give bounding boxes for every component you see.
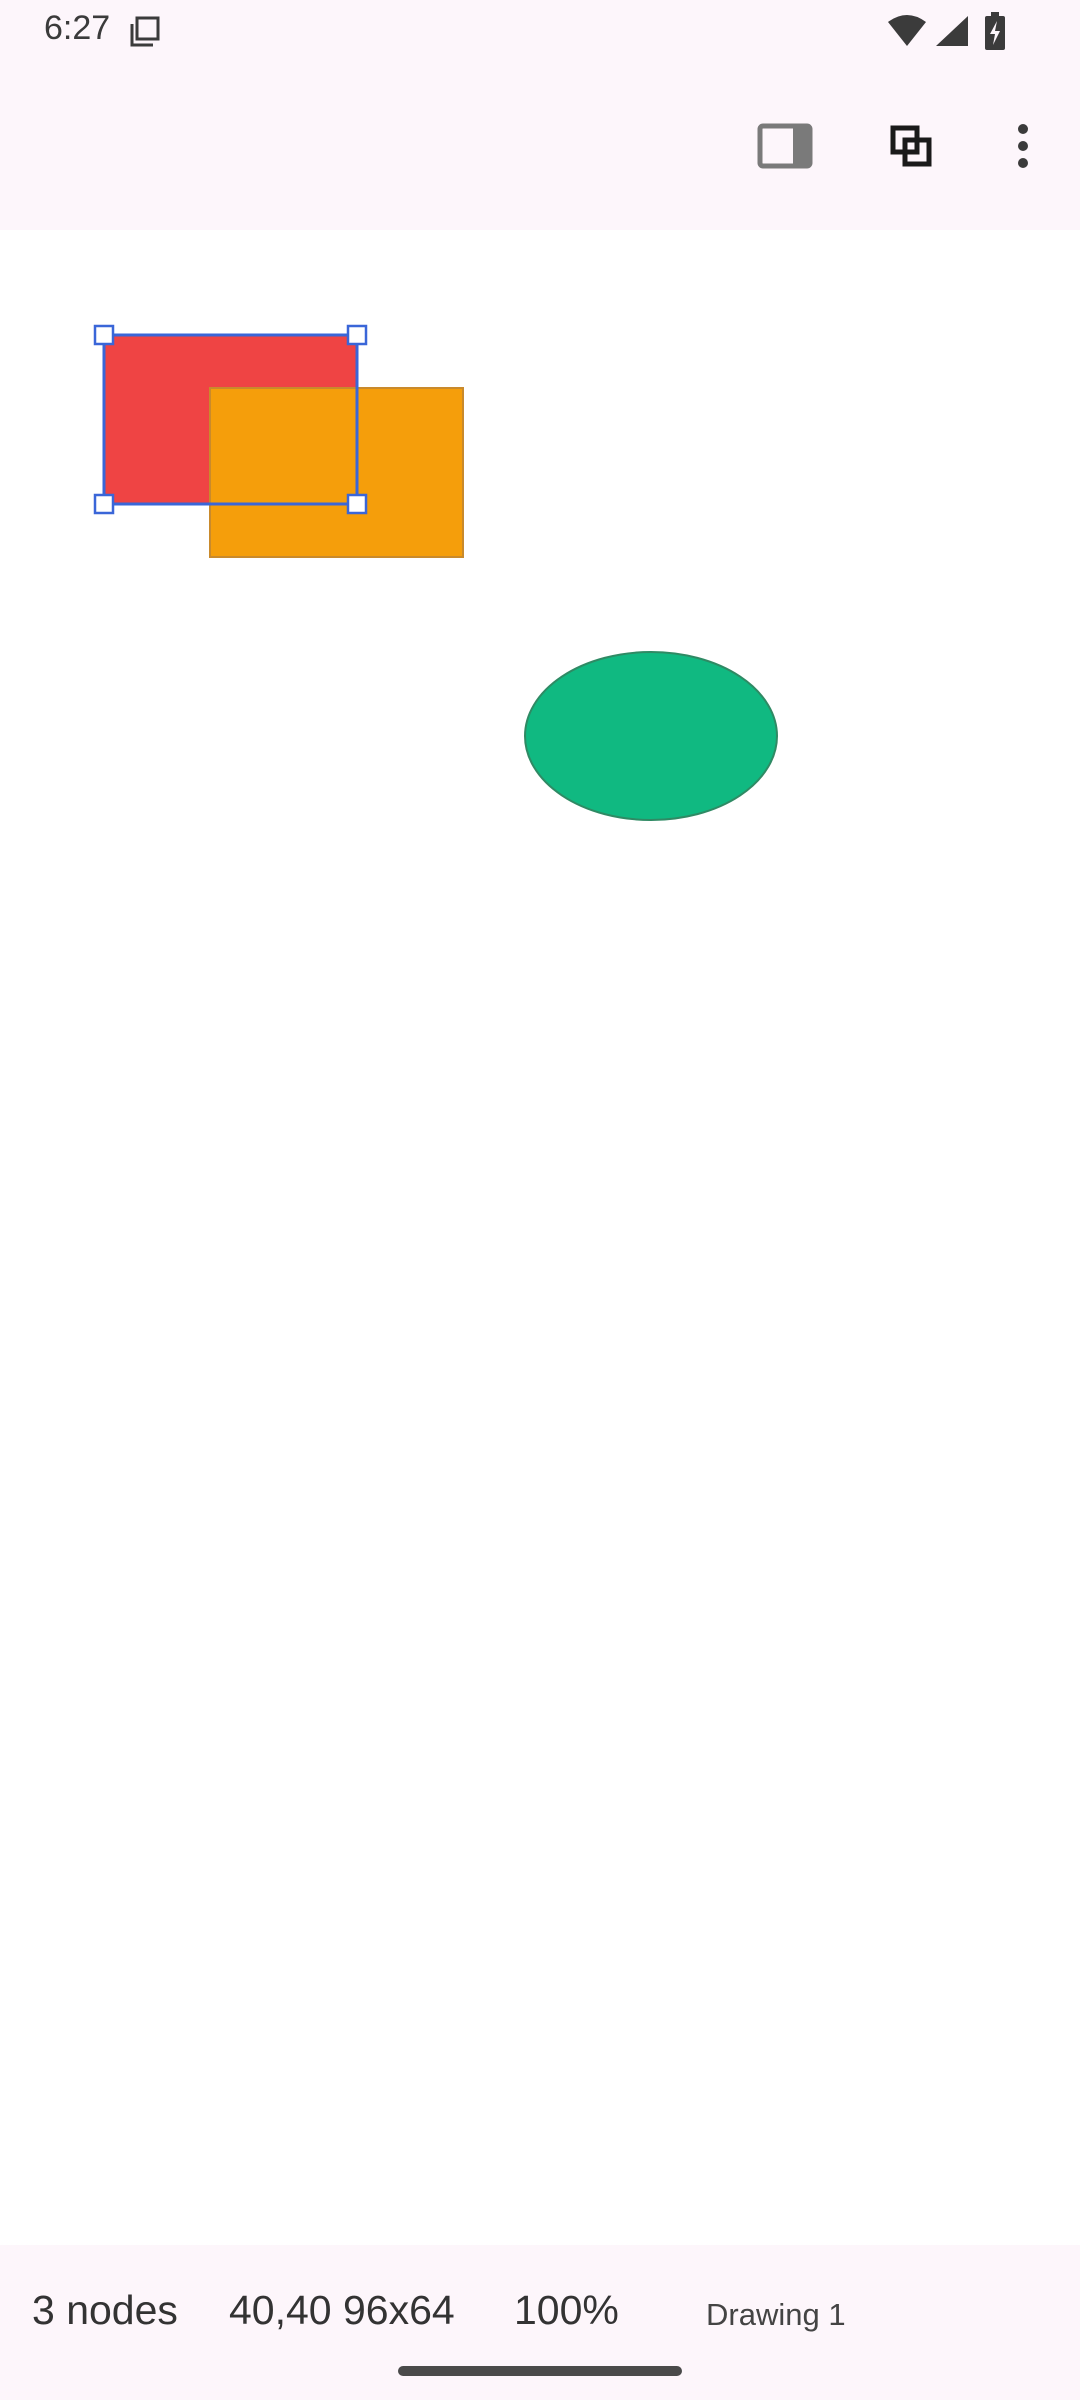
cellular-signal-icon xyxy=(936,16,968,46)
orange-rectangle-shape[interactable] xyxy=(209,387,464,558)
gesture-navigation-handle[interactable] xyxy=(398,2366,682,2376)
wifi-icon xyxy=(888,15,926,46)
zoom-level[interactable]: 100% xyxy=(514,2287,619,2334)
shape-layer xyxy=(93,324,778,821)
node-count: 3 nodes xyxy=(32,2287,178,2333)
battery-charging-icon xyxy=(985,12,1005,50)
panel-toggle-button[interactable] xyxy=(745,106,825,186)
drawing-canvas[interactable] xyxy=(0,230,1080,2245)
resize-handle-bottom-left[interactable] xyxy=(93,493,115,515)
more-options-button[interactable] xyxy=(983,106,1063,186)
app-screen: 6:27 3 nodes 40,40 96x64 100% Drawing 1 xyxy=(0,0,1080,2400)
info-bar: 3 nodes 40,40 96x64 100% Drawing 1 xyxy=(0,2245,1080,2400)
status-bar: 6:27 xyxy=(0,0,1080,62)
top-app-bar xyxy=(0,62,1080,230)
document-name: Drawing 1 xyxy=(706,2297,846,2332)
copy-notification-icon xyxy=(130,16,160,47)
group-objects-button[interactable] xyxy=(871,106,951,186)
status-time: 6:27 xyxy=(44,9,111,47)
resize-handle-top-right[interactable] xyxy=(346,324,368,346)
green-ellipse-shape[interactable] xyxy=(524,651,778,821)
resize-handle-bottom-right[interactable] xyxy=(346,493,368,515)
more-options-icon xyxy=(1018,124,1028,168)
selection-geometry: 40,40 96x64 xyxy=(229,2287,455,2333)
group-objects-icon xyxy=(890,125,932,167)
resize-handle-top-left[interactable] xyxy=(93,324,115,346)
panel-toggle-icon xyxy=(757,123,813,169)
